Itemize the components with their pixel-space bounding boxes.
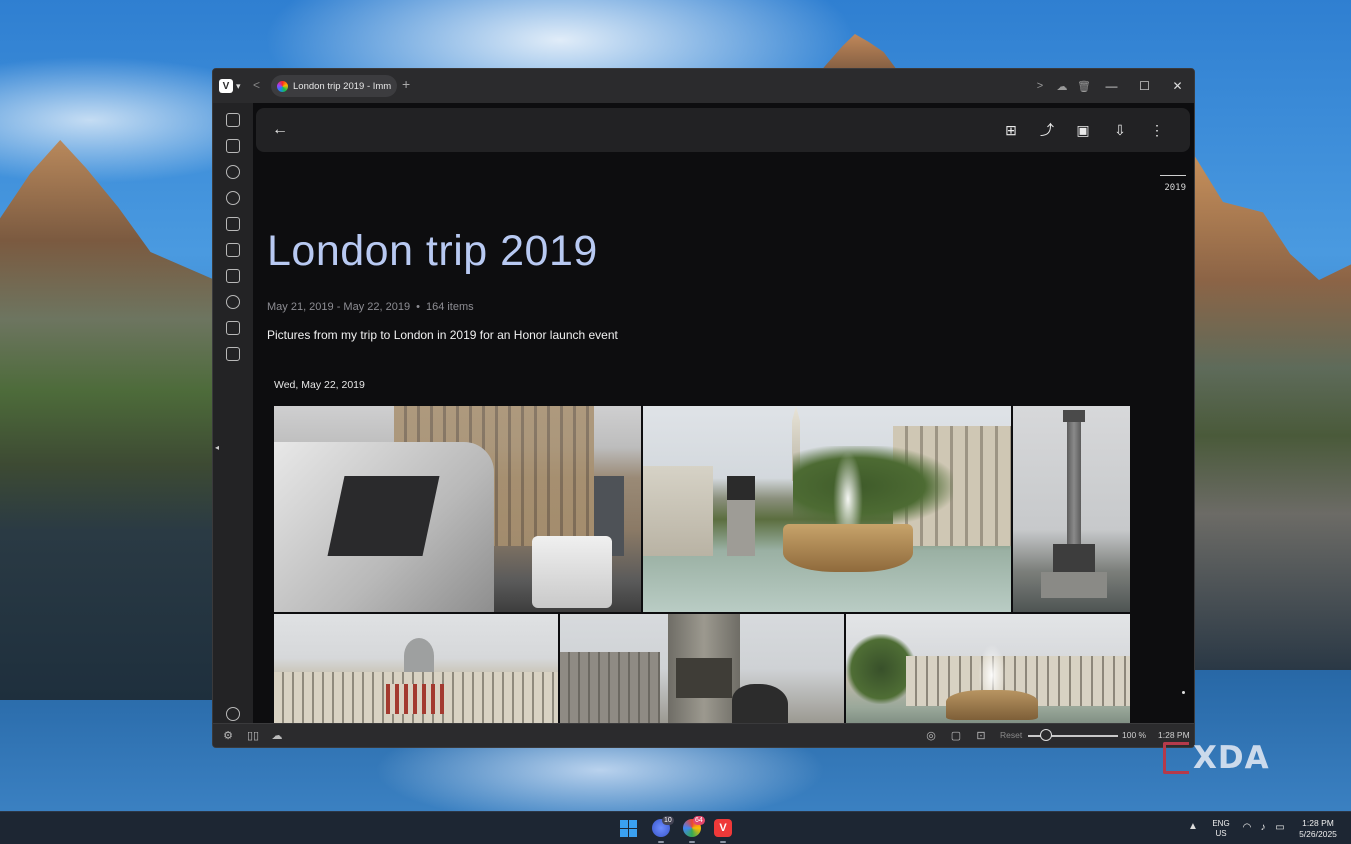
minimize-button[interactable]: —: [1095, 79, 1128, 93]
xda-bracket-icon: [1163, 742, 1189, 774]
window-controls: > ☁ 🗑 — ☐ ✕: [1029, 69, 1194, 103]
running-indicator: [720, 841, 726, 843]
page-actions-icon[interactable]: ▢: [949, 729, 963, 743]
immich-favicon-icon: [277, 80, 288, 92]
notes-icon[interactable]: [226, 217, 240, 231]
windows-taskbar: 10 64 V ▲ ENG US ◠ ♪ ▭ 1:28 PM 5/26/2025: [0, 811, 1351, 844]
notification-badge-chat: 10: [662, 816, 674, 825]
battery-icon[interactable]: ▭: [1274, 822, 1286, 834]
tile-tabs-icon[interactable]: ▯▯: [246, 729, 260, 743]
meta-separator: •: [416, 301, 420, 313]
photo-thumbnail-square-fountain[interactable]: [846, 614, 1130, 723]
photo-thumbnail-nelsons-column[interactable]: [1013, 406, 1130, 612]
status-clock: 1:28 PM: [1158, 730, 1190, 740]
input-language[interactable]: ENG US: [1208, 819, 1234, 839]
taskbar-time: 1:28 PM: [1302, 818, 1334, 828]
tray-overflow-chevron-icon[interactable]: ▲: [1188, 821, 1198, 832]
close-button[interactable]: ✕: [1161, 79, 1194, 93]
notification-badge-chrome: 64: [693, 816, 705, 825]
more-options-icon[interactable]: ⋮: [1149, 122, 1165, 138]
timeline-marker: [1160, 175, 1186, 176]
translate-icon[interactable]: [226, 243, 240, 257]
album-toolbar: ← ⊞ ⤴ ▣ ⇩ ⋮: [256, 108, 1190, 152]
history-icon[interactable]: [226, 191, 240, 205]
tab-scroll-forward-button[interactable]: >: [1029, 80, 1051, 92]
photo-thumbnail-national-gallery[interactable]: [274, 614, 558, 723]
windows-start-icon[interactable]: [620, 820, 637, 837]
cloud-sync-icon[interactable]: ☁: [1051, 80, 1073, 93]
xda-watermark-logo: XDA: [1163, 740, 1289, 776]
date-group-heading: Wed, May 22, 2019: [274, 379, 365, 391]
lang-code: ENG: [1212, 819, 1230, 828]
album-title[interactable]: London trip 2019: [267, 227, 598, 276]
add-to-album-icon[interactable]: ⊞: [1003, 122, 1019, 138]
trash-icon[interactable]: 🗑: [1073, 80, 1095, 93]
new-tab-button[interactable]: +: [402, 76, 410, 92]
bookmarks-icon[interactable]: [226, 113, 240, 127]
title-bar: V ▾ < London trip 2019 - Immich + > ☁ 🗑 …: [213, 69, 1194, 103]
calendar-icon[interactable]: [226, 321, 240, 335]
taskbar-clock[interactable]: 1:28 PM 5/26/2025: [1296, 818, 1340, 840]
album-item-count: 164 items: [425, 301, 474, 313]
immich-album-view: ← ⊞ ⤴ ▣ ⇩ ⋮ 2019 London trip 2019 May 21…: [253, 103, 1194, 723]
taskbar-date: 5/26/2025: [1299, 829, 1337, 839]
zoom-reset-button[interactable]: Reset: [1000, 730, 1022, 740]
wallpaper-left-mountains: [0, 140, 215, 700]
running-indicator: [689, 841, 695, 843]
share-icon[interactable]: ⤴: [1039, 122, 1055, 138]
browser-status-bar: ⚙ ▯▯ ☁ ◎ ▢ ⊡ Reset 100 % 1:28 PM: [213, 723, 1194, 747]
chevron-down-icon: ▾: [236, 80, 241, 91]
capture-icon[interactable]: ◎: [924, 729, 938, 743]
browser-window: V ▾ < London trip 2019 - Immich + > ☁ 🗑 …: [212, 68, 1195, 748]
timeline-dot: [1182, 691, 1185, 694]
image-toggle-icon[interactable]: ⊡: [974, 729, 988, 743]
tab-scroll-back-button[interactable]: <: [253, 78, 260, 92]
volume-icon[interactable]: ♪: [1257, 822, 1269, 834]
timeline-year: 2019: [1164, 183, 1186, 193]
sync-cloud-icon[interactable]: ☁: [270, 729, 284, 743]
reading-list-icon[interactable]: [226, 139, 240, 153]
slideshow-icon[interactable]: ▣: [1075, 122, 1091, 138]
album-date-range: May 21, 2019 - May 22, 2019: [267, 301, 411, 313]
photo-thumbnail-trafalgar-fountain[interactable]: [643, 406, 1011, 612]
wifi-icon[interactable]: ◠: [1241, 822, 1253, 834]
album-meta: May 21, 2019 - May 22, 2019 • 164 items: [267, 301, 474, 313]
zoom-percentage: 100 %: [1122, 730, 1147, 740]
maximize-button[interactable]: ☐: [1128, 79, 1161, 93]
photo-thumbnail-street-van[interactable]: [274, 406, 641, 612]
panel-toggle-icon[interactable]: ⚙: [221, 729, 235, 743]
running-indicator: [658, 841, 664, 843]
album-description[interactable]: Pictures from my trip to London in 2019 …: [267, 328, 618, 342]
zoom-slider-handle[interactable]: [1040, 729, 1053, 741]
collapse-sidebar-icon[interactable]: ◂: [215, 443, 219, 452]
add-web-panel-icon[interactable]: [226, 347, 240, 361]
tab-title: London trip 2019 - Immich: [293, 80, 391, 92]
region-code: US: [1215, 829, 1227, 838]
settings-icon[interactable]: [226, 707, 240, 721]
taskbar-app-vivaldi-icon[interactable]: V: [714, 819, 732, 837]
back-arrow-icon[interactable]: ←: [272, 122, 288, 138]
sync-icon[interactable]: [226, 295, 240, 309]
wallpaper-right-mountains: [1191, 150, 1351, 670]
download-icon[interactable]: ⇩: [1112, 122, 1128, 138]
tab-immich[interactable]: London trip 2019 - Immich: [271, 75, 397, 97]
downloads-icon[interactable]: [226, 165, 240, 179]
vivaldi-menu-button[interactable]: V ▾: [219, 78, 245, 94]
browser-sidebar: ◂: [213, 103, 253, 723]
vivaldi-logo-icon: V: [219, 79, 233, 93]
mail-icon[interactable]: [226, 269, 240, 283]
timeline-scrubber[interactable]: 2019: [1158, 175, 1186, 193]
photo-thumbnail-column-base-lion[interactable]: [560, 614, 844, 723]
xda-wordmark: XDA: [1193, 740, 1270, 776]
